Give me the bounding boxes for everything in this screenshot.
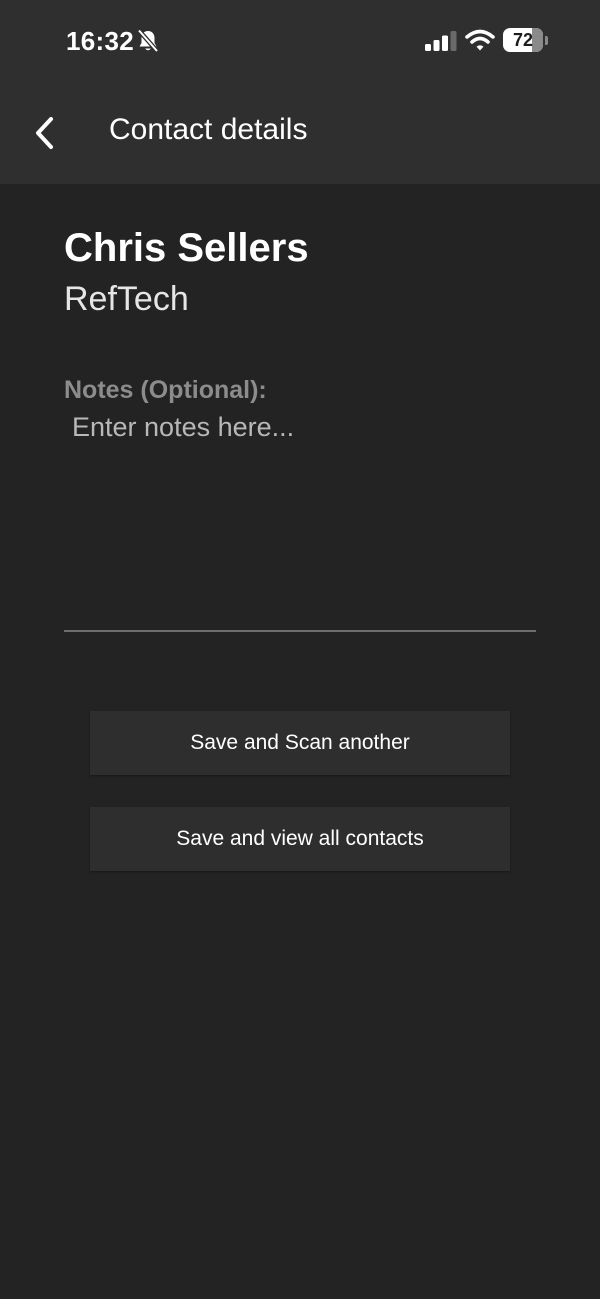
save-and-scan-button[interactable]: Save and Scan another [90,711,510,775]
cellular-signal-icon [425,31,457,51]
save-and-view-contacts-button[interactable]: Save and view all contacts [90,807,510,871]
status-time: 16:32 [66,26,134,56]
contact-company: RefTech [64,280,189,318]
bell-slash-icon [137,29,159,53]
battery-icon: 72 [503,28,549,54]
notes-input[interactable] [64,408,536,632]
back-button[interactable] [22,108,66,158]
contact-name: Chris Sellers [64,226,309,270]
notes-label: Notes (Optional): [64,376,267,404]
chevron-left-icon [36,117,53,149]
page-title: Contact details [109,113,308,146]
wifi-icon [465,29,495,51]
battery-level: 72 [512,30,534,50]
